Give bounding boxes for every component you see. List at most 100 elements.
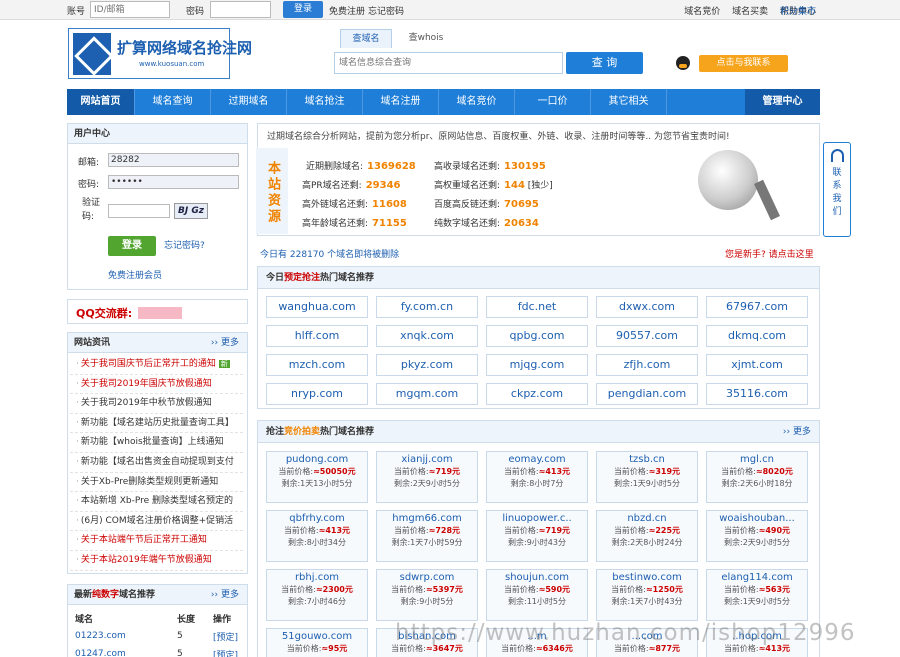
hot-domain-item[interactable]: dkmq.com [706,325,808,347]
news-item[interactable]: 本站新增 Xb-Pre 删除类型域名预定的 [70,492,243,512]
hot-domain-item[interactable]: fy.com.cn [376,296,478,318]
news-more-link[interactable]: ›› 更多 [211,333,239,353]
auction-item[interactable]: rbhj.com 当前价格:≈2300元 剩余:7小时46分 [266,569,368,621]
auction-item[interactable]: nbzd.cn 当前价格:≈225元 剩余:2天8小时24分 [596,510,698,562]
auction-domain[interactable]: linuopower.c.. [487,513,587,524]
auction-domain[interactable]: elang114.com [707,572,807,583]
auction-domain[interactable]: rbhj.com [267,572,367,583]
points-mall-link[interactable]: 积分集市 [780,4,816,17]
floating-contact[interactable]: 联系我们 [823,142,851,237]
captcha-image[interactable]: BJ Gz [174,203,208,219]
nav-home[interactable]: 网站首页 [67,89,135,115]
auction-domain[interactable]: hmgm66.com [377,513,477,524]
auction-item[interactable]: tzsb.cn 当前价格:≈319元 剩余:1天9小时5分 [596,451,698,503]
auction-domain[interactable]: mgl.cn [707,454,807,465]
hot-domain-item[interactable]: 67967.com [706,296,808,318]
news-item[interactable]: 新功能【域名出售资金自动提现到支付 [70,453,243,473]
register-member-link[interactable]: 免费注册会员 [108,268,162,281]
auction-item[interactable]: mgl.cn 当前价格:≈8020元 剩余:2天6小时18分 [706,451,808,503]
toplink-trade[interactable]: 域名买卖 [732,7,768,17]
toplink-auction[interactable]: 域名竞价 [684,7,720,17]
auction-item[interactable]: xianjj.com 当前价格:≈719元 剩余:2天9小时5分 [376,451,478,503]
auction-domain[interactable]: 51gouwo.com [267,631,367,642]
hot-domain-item[interactable]: mzch.com [266,354,368,376]
news-item[interactable]: 关于我司国庆节后正常开工的通知 新 [70,355,243,375]
auction-domain[interactable]: woaishouban... [707,513,807,524]
auction-item[interactable]: elang114.com 当前价格:≈563元 剩余:1天9小时5分 [706,569,808,621]
news-item[interactable]: 关于本站2019年端午节放假通知 [70,551,243,571]
nav-admin[interactable]: 管理中心 [745,89,820,115]
nav-domain-query[interactable]: 域名查询 [135,89,211,115]
hot-domain-item[interactable]: mgqm.com [376,383,478,405]
forgot-password-link[interactable]: 忘记密码 [368,4,404,17]
auction-domain[interactable]: qbfrhy.com [267,513,367,524]
auction-domain[interactable]: xianjj.com [377,454,477,465]
hot-domain-item[interactable]: xnqk.com [376,325,478,347]
auction-item[interactable]: pudong.com 当前价格:≈50050元 剩余:1天13小时5分 [266,451,368,503]
nav-backorder[interactable]: 域名抢注 [287,89,363,115]
hot-domain-item[interactable]: fdc.net [486,296,588,318]
auction-domain[interactable]: eomay.com [487,454,587,465]
tab-whois-search[interactable]: 查whois [398,29,454,48]
hot-domain-item[interactable]: qpbg.com [486,325,588,347]
login-button[interactable]: 登录 [283,1,323,18]
latest-domain[interactable]: 01223.com [68,627,177,645]
auction-item[interactable]: shoujun.com 当前价格:≈590元 剩余:11小时5分 [486,569,588,621]
nav-register[interactable]: 域名注册 [363,89,439,115]
hot-domain-item[interactable]: wanghua.com [266,296,368,318]
auction-item[interactable]: hmgm66.com 当前价格:≈728元 剩余:1天7小时59分 [376,510,478,562]
auction-domain[interactable]: pudong.com [267,454,367,465]
nav-other[interactable]: 其它相关 [591,89,667,115]
auction-item[interactable]: woaishouban... 当前价格:≈490元 剩余:2天9小时5分 [706,510,808,562]
hot-domain-item[interactable]: hlff.com [266,325,368,347]
contact-button[interactable]: 点击与我联系 [699,55,788,72]
hot-domain-item[interactable]: mjqg.com [486,354,588,376]
hot-domain-item[interactable]: zfjh.com [596,354,698,376]
news-item[interactable]: 新功能【域名建站历史批量查询工具】 [70,414,243,434]
tab-domain-search[interactable]: 查域名 [340,29,392,48]
auction-item[interactable]: 51gouwo.com 当前价格:≈95元 [266,628,368,657]
latest-more-link[interactable]: ›› 更多 [211,585,239,605]
hot-domain-item[interactable]: xjmt.com [706,354,808,376]
auction-domain[interactable]: shoujun.com [487,572,587,583]
search-button[interactable]: 查 询 [566,52,643,74]
news-item[interactable]: 关于Xb-Pre删除类型规则更新通知 [70,473,243,493]
auction-item[interactable]: eomay.com 当前价格:≈413元 剩余:8小时7分 [486,451,588,503]
nav-expired[interactable]: 过期域名 [211,89,287,115]
news-item[interactable]: 新功能【whois批量查询】上线通知 [70,433,243,453]
auction-item[interactable]: bestinwo.com 当前价格:≈1250元 剩余:1天7小时43分 [596,569,698,621]
auction-domain[interactable]: bestinwo.com [597,572,697,583]
auction-domain[interactable]: tzsb.cn [597,454,697,465]
news-item[interactable]: 关于本站端午节后正常开工通知 [70,531,243,551]
hot-domain-item[interactable]: pengdian.com [596,383,698,405]
account-input[interactable] [90,1,170,18]
auction-domain[interactable]: nbzd.cn [597,513,697,524]
auction-domain[interactable]: sdwrp.com [377,572,477,583]
newbie-link[interactable]: 您是新手? 请点击这里 [725,247,814,260]
site-logo[interactable]: 扩算网络域名抢注网 www.kuosuan.com [68,28,252,79]
reserve-link[interactable]: [预定] [213,645,247,657]
user-login-button[interactable]: 登录 [108,236,156,256]
auction-item[interactable]: qbfrhy.com 当前价格:≈413元 剩余:8小时34分 [266,510,368,562]
search-input[interactable] [334,52,563,74]
news-item[interactable]: (6月) COM域名注册价格调整+促销活 [70,512,243,532]
password-input[interactable] [210,1,271,18]
hot-domain-item[interactable]: nryp.com [266,383,368,405]
forgot-password-link-2[interactable]: 忘记密码? [164,238,205,251]
nav-fixed-price[interactable]: 一口价 [515,89,591,115]
auction-more-link[interactable]: ›› 更多 [783,421,811,443]
auction-item[interactable]: linuopower.c.. 当前价格:≈719元 剩余:9小时43分 [486,510,588,562]
hot-domain-item[interactable]: 90557.com [596,325,698,347]
hot-domain-item[interactable]: 35116.com [706,383,808,405]
nav-auction[interactable]: 域名竞价 [439,89,515,115]
hot-domain-item[interactable]: dxwx.com [596,296,698,318]
hot-domain-item[interactable]: pkyz.com [376,354,478,376]
news-item[interactable]: 关于我司2019年中秋节放假通知 [70,394,243,414]
auction-item[interactable]: sdwrp.com 当前价格:≈5397元 剩余:9小时5分 [376,569,478,621]
latest-domain[interactable]: 01247.com [68,645,177,657]
hot-domain-item[interactable]: ckpz.com [486,383,588,405]
register-link[interactable]: 免费注册 [329,4,365,17]
news-item[interactable]: 关于我司2019年国庆节放假通知 [70,375,243,395]
captcha-field[interactable] [108,204,170,218]
email-field[interactable] [108,153,239,167]
